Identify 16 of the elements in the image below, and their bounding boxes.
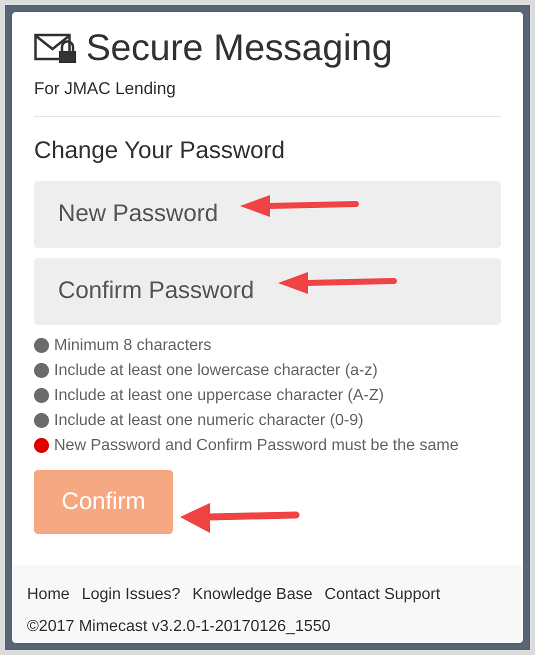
copyright-text: ©2017 Mimecast v3.2.0-1-20170126_1550 [27,617,331,637]
password-field[interactable]: Confirm Password [34,258,501,324]
app-title: Secure Messaging [86,26,392,70]
lock-envelope-icon [34,33,76,63]
requirement-text: New Password and Confirm Password must be the same [54,436,459,456]
requirement-text: Include at least one numeric character (0-9) [54,410,364,430]
requirement-text: Include at least one uppercase character (A-Z) [54,386,384,406]
footer-link[interactable]: Login Issues? [82,583,180,607]
subtitle: For JMAC Lending [34,78,176,100]
footer-link[interactable]: Home [27,583,70,607]
form-heading: Change Your Password [34,136,285,166]
footer-link[interactable]: Contact Support [324,583,440,607]
password-field[interactable]: New Password [34,180,501,248]
requirement-text: Include at least one lowercase character (a-z) [54,360,378,380]
requirement-text: Minimum 8 characters [54,336,212,356]
footer-link[interactable]: Knowledge Base [192,583,313,607]
